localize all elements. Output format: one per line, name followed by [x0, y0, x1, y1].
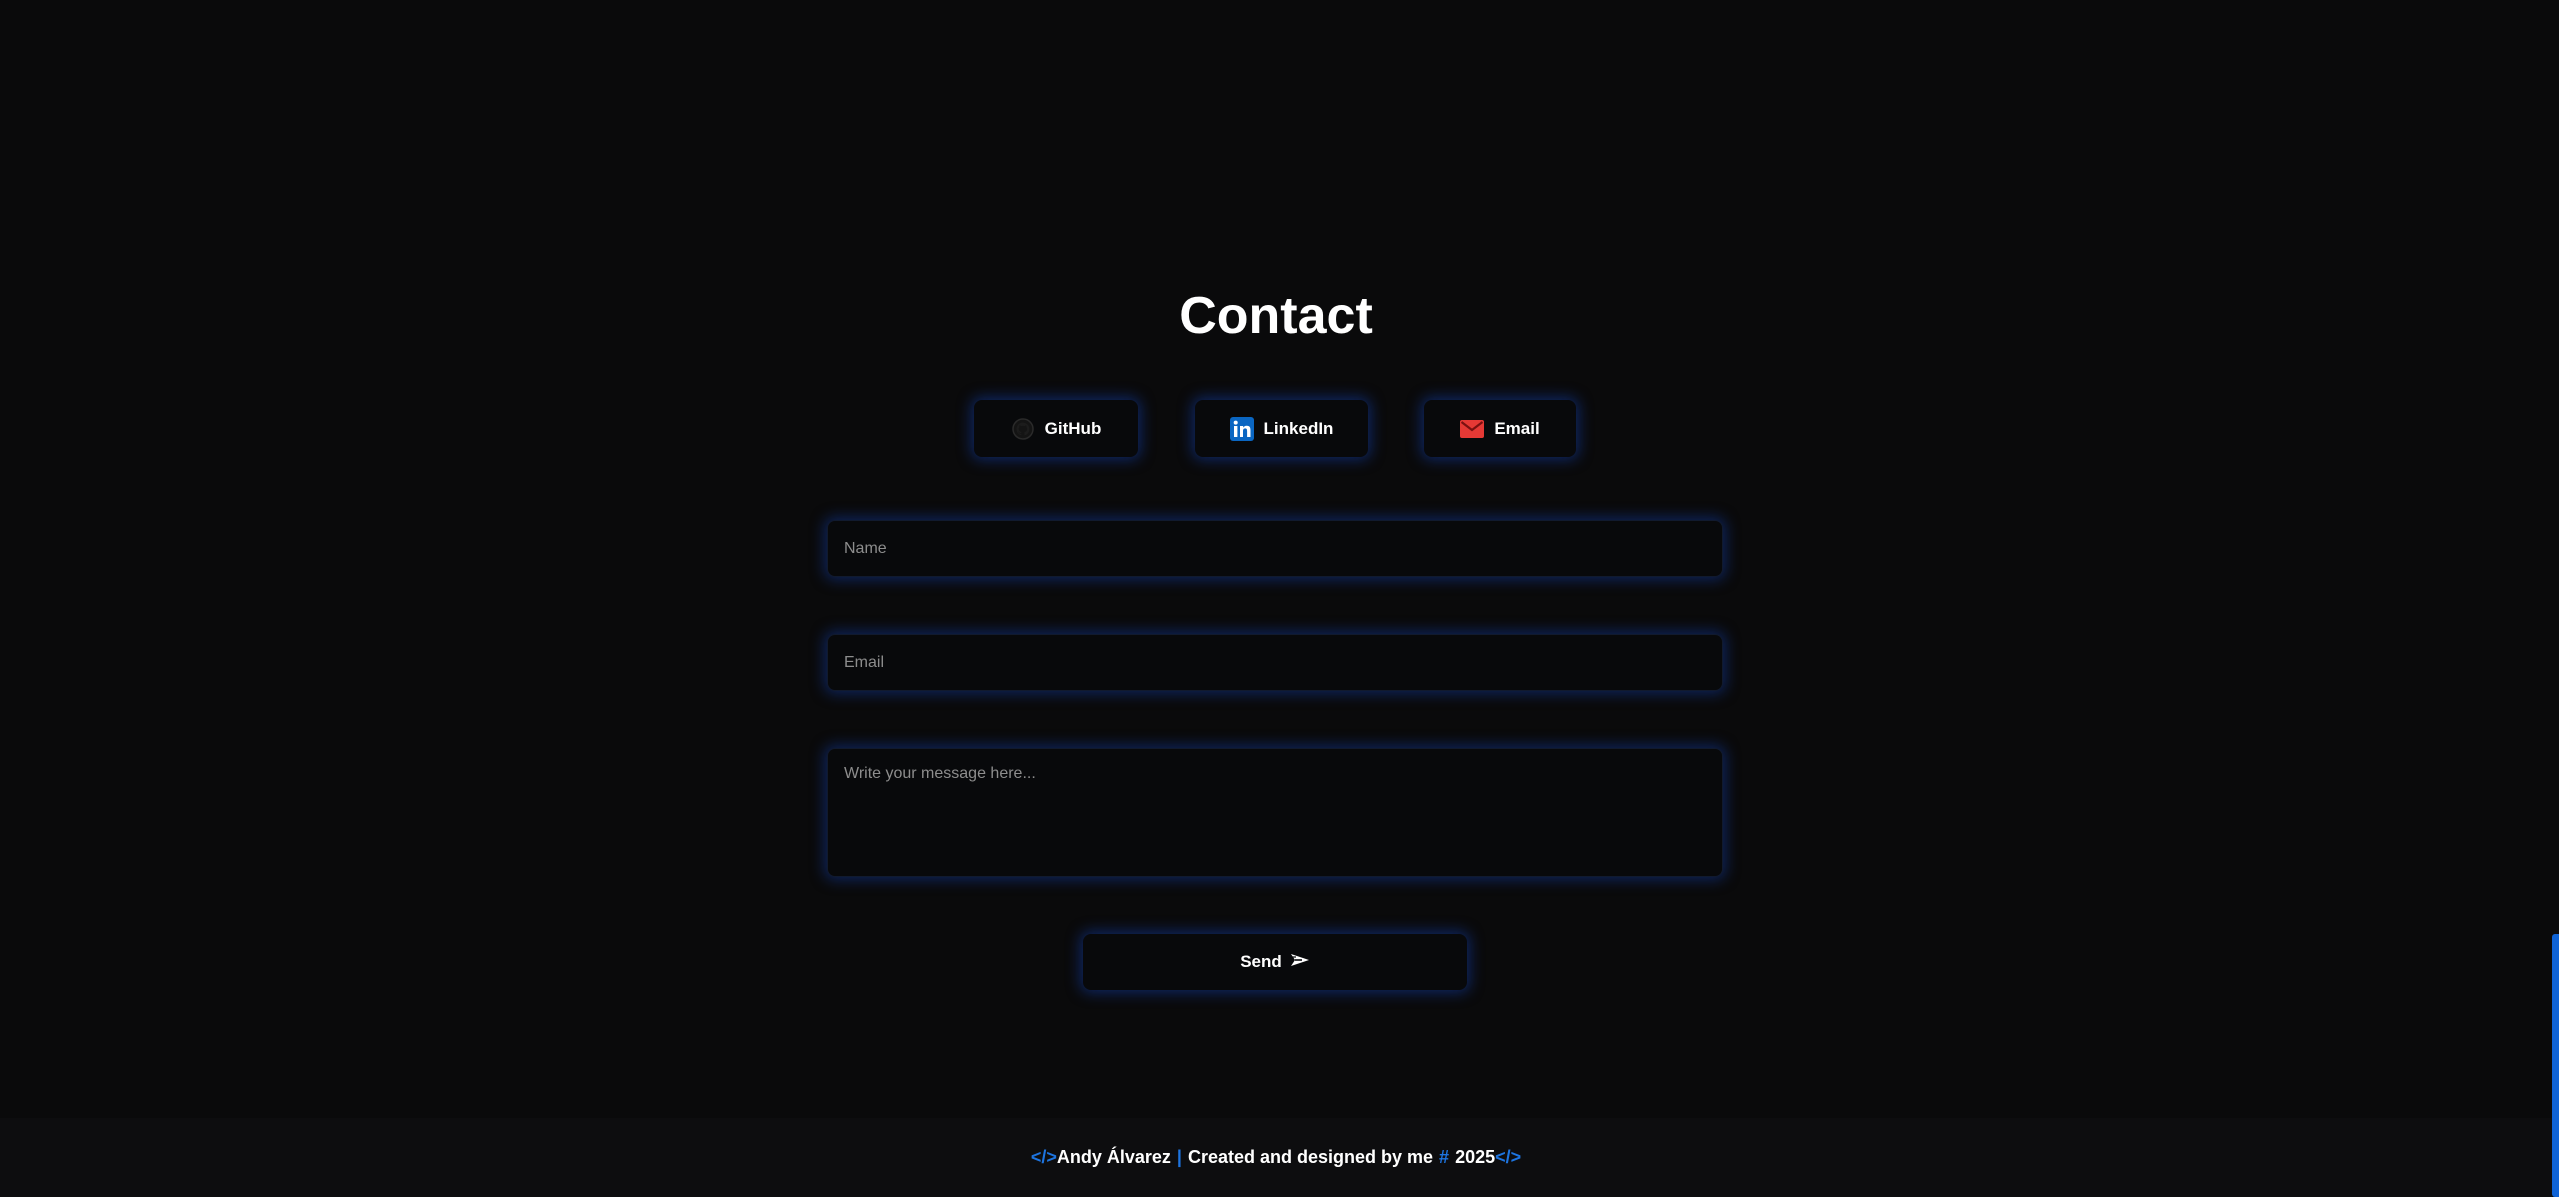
send-label: Send [1240, 952, 1282, 971]
email-input[interactable] [827, 634, 1723, 691]
message-textarea[interactable] [827, 748, 1723, 877]
github-icon [1011, 417, 1035, 441]
paper-plane-icon [1289, 952, 1310, 973]
linkedin-label: LinkedIn [1263, 418, 1334, 438]
scrollbar-thumb[interactable] [2552, 934, 2559, 1197]
footer-credit: Created and designed by me [1187, 1147, 1434, 1167]
github-label: GitHub [1044, 418, 1102, 438]
github-button[interactable]: GitHub [974, 400, 1138, 457]
name-input[interactable] [827, 520, 1723, 577]
mail-icon [1460, 419, 1485, 438]
email-label: Email [1494, 418, 1540, 438]
footer-open-tag: </> [1030, 1147, 1057, 1167]
linkedin-icon [1229, 416, 1254, 441]
send-button[interactable]: Send [1083, 934, 1467, 990]
page-title: Contact [1179, 287, 1373, 345]
footer-author: Andy Álvarez [1056, 1147, 1171, 1167]
linkedin-button[interactable]: LinkedIn [1195, 400, 1368, 457]
footer-separator: | [1176, 1147, 1182, 1167]
email-button[interactable]: Email [1424, 400, 1576, 457]
page: Contact GitHub LinkedIn Email Name Email… [0, 0, 2559, 1197]
footer-hash: # [1439, 1147, 1450, 1167]
footer: </> Andy Álvarez | Created and designed … [0, 1118, 2552, 1197]
footer-year: 2025 [1455, 1147, 1496, 1167]
footer-close-tag: </> [1495, 1147, 1522, 1167]
